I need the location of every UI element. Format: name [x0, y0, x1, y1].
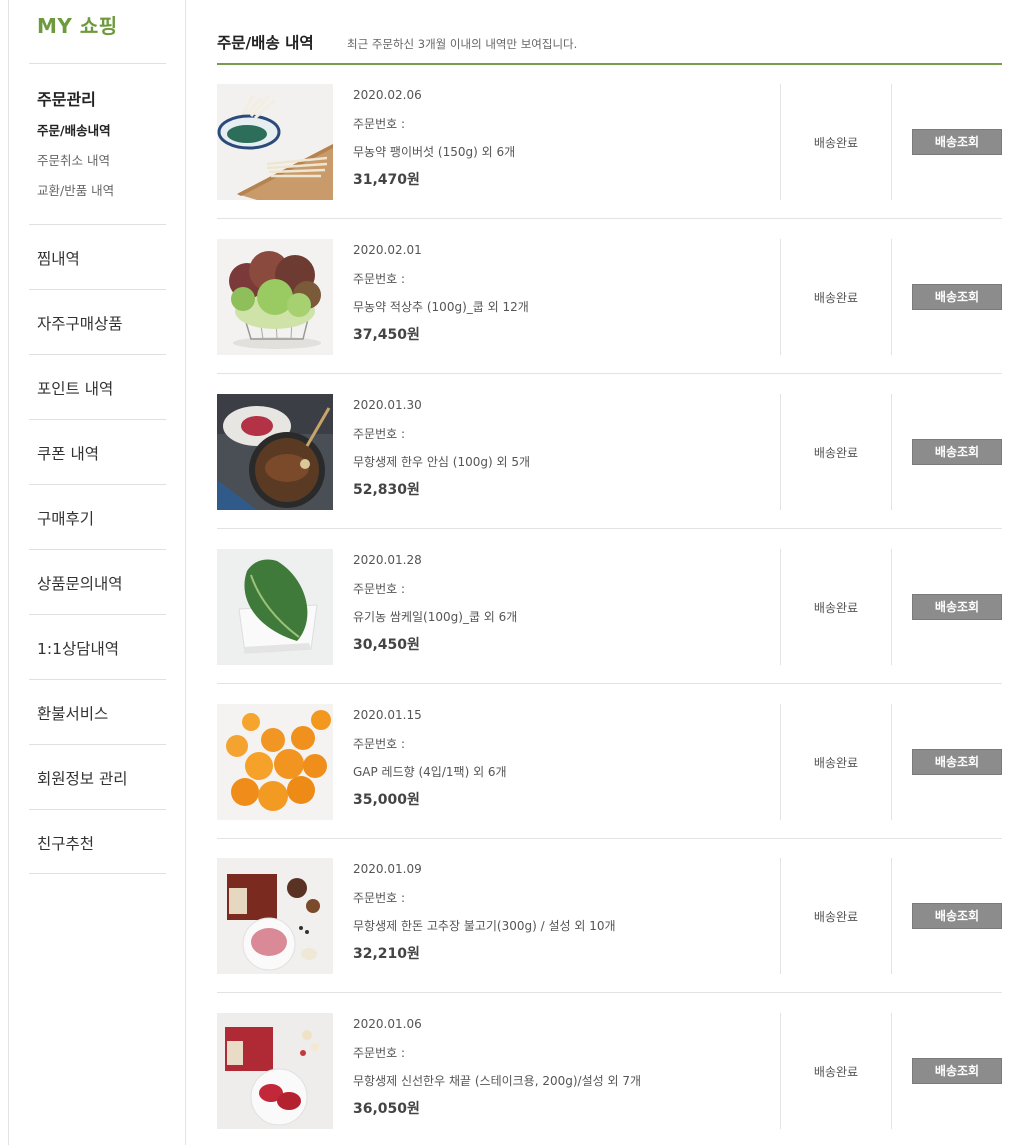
order-number-label: 주문번호 :	[353, 582, 406, 596]
beef-steak-photo[interactable]	[217, 394, 333, 510]
divider	[891, 394, 892, 510]
lettuce-photo[interactable]	[217, 239, 333, 355]
sidebar-item-order-cancel[interactable]: 주문취소 내역	[37, 150, 110, 169]
order-row: 2020.01.09 주문번호 : 무항생제 한돈 고추장 불고기(300g) …	[217, 838, 1002, 993]
order-date: 2020.01.15	[353, 708, 422, 722]
order-row: 2020.02.01 주문번호 : 무농약 적상추 (100g)_쿱 외 12개…	[217, 219, 1002, 374]
divider	[29, 873, 166, 874]
sidebar-title: MY 쇼핑	[37, 14, 118, 38]
order-product-name[interactable]: 무항생제 신선한우 채끝 (스테이크용, 200g)/설성 외 7개	[353, 1072, 641, 1089]
delivery-status: 배송완료	[813, 291, 859, 305]
order-date: 2020.01.28	[353, 553, 422, 567]
divider	[29, 809, 166, 810]
pork-bulgogi-photo[interactable]	[217, 858, 333, 974]
divider	[891, 858, 892, 974]
delivery-status: 배송완료	[813, 446, 859, 460]
divider	[29, 354, 166, 355]
order-row: 2020.01.06 주문번호 : 무항생제 신선한우 채끝 (스테이크용, 2…	[217, 993, 1002, 1148]
order-number-label: 주문번호 :	[353, 1046, 406, 1060]
page-title: 주문/배송 내역	[217, 34, 314, 52]
track-delivery-button[interactable]: 배송조회	[912, 284, 1002, 310]
order-product-name[interactable]: 무농약 적상추 (100g)_쿱 외 12개	[353, 298, 529, 315]
order-row: 2020.01.15 주문번호 : GAP 레드향 (4입/1팩) 외 6개 3…	[217, 684, 1002, 839]
tangerine-photo[interactable]	[217, 704, 333, 820]
sidebar-item-refund-service[interactable]: 환불서비스	[37, 702, 108, 724]
delivery-status: 배송완료	[813, 1065, 859, 1079]
sidebar-item-coupons[interactable]: 쿠폰 내역	[37, 442, 99, 464]
order-row: 2020.01.28 주문번호 : 유기농 쌈케일(100g)_쿱 외 6개 3…	[217, 529, 1002, 684]
sidebar-item-points[interactable]: 포인트 내역	[37, 377, 113, 399]
mushroom-photo[interactable]	[217, 84, 333, 200]
order-number-label: 주문번호 :	[353, 737, 406, 751]
order-date: 2020.01.09	[353, 862, 422, 876]
divider	[29, 549, 166, 550]
track-delivery-button[interactable]: 배송조회	[912, 129, 1002, 155]
order-price: 31,470원	[353, 172, 420, 188]
order-date: 2020.01.30	[353, 398, 422, 412]
order-product-name[interactable]: 무항생제 한우 안심 (100g) 외 5개	[353, 453, 530, 470]
order-number-label: 주문번호 :	[353, 891, 406, 905]
order-product-name[interactable]: 유기농 쌈케일(100g)_쿱 외 6개	[353, 608, 517, 625]
sidebar-item-product-inquiries[interactable]: 상품문의내역	[37, 572, 123, 594]
divider	[891, 84, 892, 200]
beef-sirloin-photo[interactable]	[217, 1013, 333, 1129]
order-row: 2020.01.30 주문번호 : 무항생제 한우 안심 (100g) 외 5개…	[217, 374, 1002, 529]
order-date: 2020.02.06	[353, 88, 422, 102]
sidebar-item-exchange-return[interactable]: 교환/반품 내역	[37, 180, 114, 199]
divider	[29, 224, 166, 225]
order-number-label: 주문번호 :	[353, 272, 406, 286]
sidebar-item-wishlist[interactable]: 찜내역	[37, 247, 80, 269]
track-delivery-button[interactable]: 배송조회	[912, 749, 1002, 775]
delivery-status: 배송완료	[813, 910, 859, 924]
divider	[29, 419, 166, 420]
divider	[29, 744, 166, 745]
sidebar-item-reviews[interactable]: 구매후기	[37, 507, 94, 529]
divider	[29, 484, 166, 485]
track-delivery-button[interactable]: 배송조회	[912, 1058, 1002, 1084]
sidebar-item-member-info[interactable]: 회원정보 관리	[37, 767, 128, 789]
sidebar-item-frequent-products[interactable]: 자주구매상품	[37, 312, 123, 334]
order-price: 37,450원	[353, 327, 420, 343]
order-number-label: 주문번호 :	[353, 427, 406, 441]
divider	[891, 239, 892, 355]
divider	[891, 549, 892, 665]
page-note: 최근 주문하신 3개월 이내의 내역만 보여집니다.	[347, 37, 578, 51]
divider	[891, 704, 892, 820]
order-product-name[interactable]: 무항생제 한돈 고추장 불고기(300g) / 설성 외 10개	[353, 917, 616, 934]
order-date: 2020.01.06	[353, 1017, 422, 1031]
order-price: 32,210원	[353, 946, 420, 962]
order-price: 30,450원	[353, 637, 420, 653]
divider	[29, 614, 166, 615]
order-date: 2020.02.01	[353, 243, 422, 257]
track-delivery-button[interactable]: 배송조회	[912, 903, 1002, 929]
track-delivery-button[interactable]: 배송조회	[912, 439, 1002, 465]
divider	[29, 289, 166, 290]
sidebar-item-1to1-consult[interactable]: 1:1상담내역	[37, 637, 119, 659]
sidebar-item-order-delivery[interactable]: 주문/배송내역	[37, 120, 111, 139]
divider	[29, 63, 166, 64]
order-row: 2020.02.06 주문번호 : 무농약 팽이버섯 (150g) 외 6개 3…	[217, 64, 1002, 219]
delivery-status: 배송완료	[813, 756, 859, 770]
sidebar-item-friend-referral[interactable]: 친구추천	[37, 832, 94, 854]
divider	[29, 679, 166, 680]
kale-photo[interactable]	[217, 549, 333, 665]
sidebar-group-order-management[interactable]: 주문관리	[37, 86, 96, 110]
order-product-name[interactable]: 무농약 팽이버섯 (150g) 외 6개	[353, 143, 515, 160]
order-number-label: 주문번호 :	[353, 117, 406, 131]
track-delivery-button[interactable]: 배송조회	[912, 594, 1002, 620]
order-price: 36,050원	[353, 1101, 420, 1117]
order-product-name[interactable]: GAP 레드향 (4입/1팩) 외 6개	[353, 763, 507, 780]
order-price: 52,830원	[353, 482, 420, 498]
divider	[891, 1013, 892, 1129]
delivery-status: 배송완료	[813, 136, 859, 150]
sidebar: MY 쇼핑 주문관리 주문/배송내역 주문취소 내역 교환/반품 내역 찜내역 …	[8, 0, 186, 1145]
order-price: 35,000원	[353, 792, 420, 808]
delivery-status: 배송완료	[813, 601, 859, 615]
